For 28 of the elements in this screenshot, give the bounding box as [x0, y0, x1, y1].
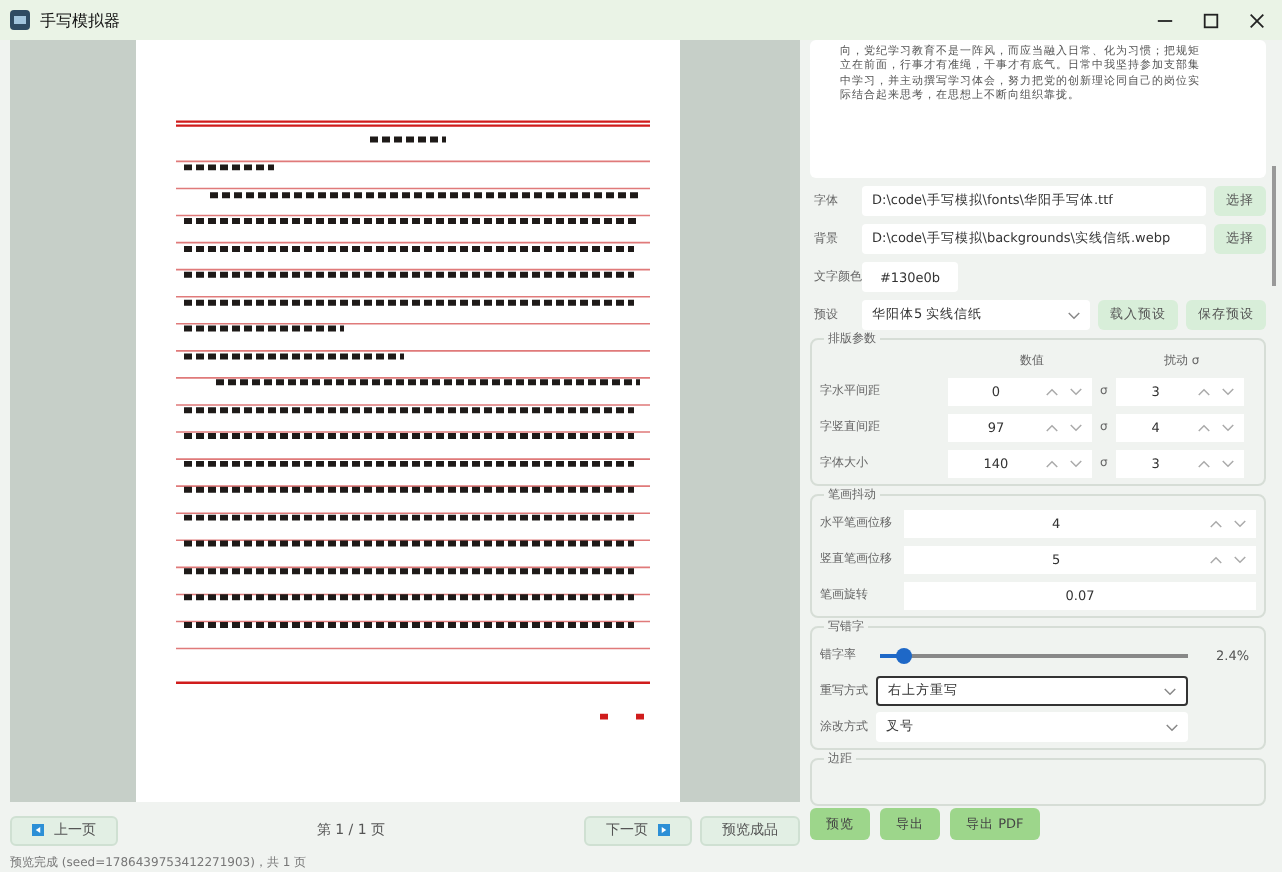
chevron-down-icon[interactable] — [1070, 387, 1082, 396]
chevron-down-icon — [1068, 311, 1081, 320]
chevron-up-icon[interactable] — [1046, 459, 1058, 468]
chevron-down-icon[interactable] — [1234, 555, 1247, 564]
chevron-up-icon[interactable] — [1197, 459, 1210, 468]
slider-handle[interactable] — [896, 647, 913, 664]
chevron-up-icon[interactable] — [1210, 519, 1223, 528]
chevron-down-icon[interactable] — [1221, 459, 1234, 468]
window-title: 手写模拟器 — [40, 9, 120, 31]
slider-track[interactable] — [880, 653, 1189, 658]
triangle-right-icon — [658, 824, 670, 837]
maximize-icon[interactable] — [1202, 11, 1220, 29]
chevron-down-icon — [1166, 723, 1178, 732]
chevron-down-icon[interactable] — [1070, 459, 1082, 468]
chevron-up-icon[interactable] — [1046, 387, 1058, 396]
close-icon[interactable] — [1248, 11, 1266, 29]
chevron-up-icon[interactable] — [1197, 387, 1210, 396]
chevron-up-icon[interactable] — [1197, 423, 1210, 432]
triangle-left-icon — [32, 824, 44, 837]
app-icon — [10, 10, 30, 30]
chevron-down-icon[interactable] — [1221, 423, 1234, 432]
scrollbar-thumb[interactable] — [1272, 166, 1277, 286]
chevron-down-icon[interactable] — [1234, 519, 1247, 528]
chevron-down-icon[interactable] — [1221, 387, 1234, 396]
chevron-down-icon[interactable] — [1070, 423, 1082, 432]
chevron-down-icon — [1164, 687, 1176, 696]
chevron-up-icon[interactable] — [1210, 555, 1223, 564]
chevron-up-icon[interactable] — [1046, 423, 1058, 432]
